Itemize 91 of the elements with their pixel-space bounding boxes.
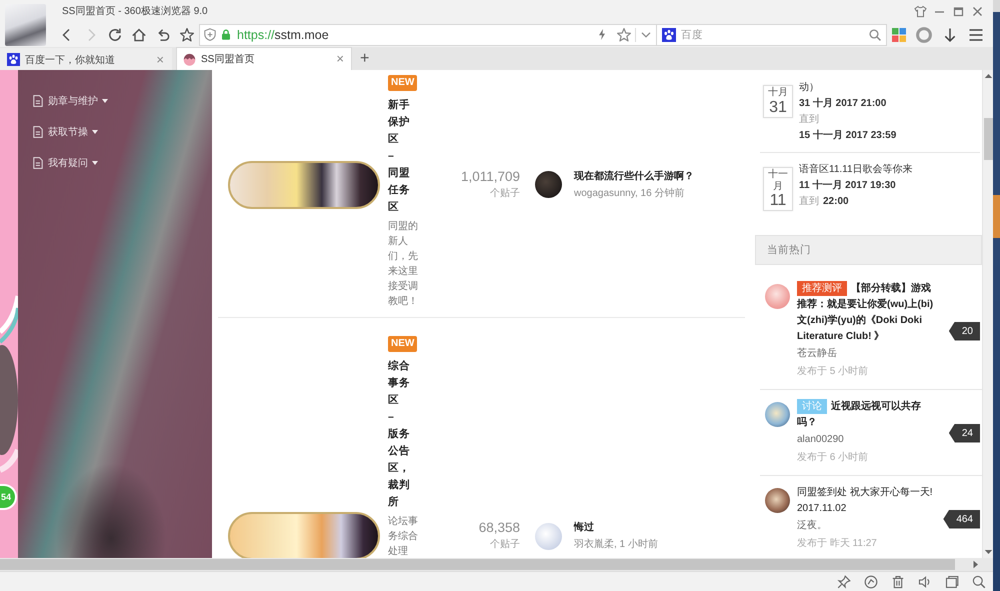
vertical-scrollbar[interactable]: [982, 70, 993, 558]
new-badge: NEW: [388, 336, 418, 352]
event-start: 11 十一月 2017 19:30: [799, 180, 896, 191]
reply-count-badge: 20: [948, 322, 980, 340]
document-icon: [33, 126, 43, 138]
calendar-month: 十一月: [767, 169, 789, 192]
search-icon[interactable]: [869, 28, 881, 40]
last-post-title[interactable]: 悔过: [574, 519, 658, 537]
window-icon[interactable]: [945, 574, 959, 588]
topic-author[interactable]: 苍云静岳: [797, 345, 940, 363]
search-icon[interactable]: [972, 574, 986, 588]
last-post-title[interactable]: 现在都流行些什么手游啊？: [574, 168, 694, 186]
event-title[interactable]: 语音区11.11日歌会等你来: [799, 164, 913, 175]
post-time: 发布于 5 小时前: [797, 364, 870, 379]
avatar-photo[interactable]: [5, 4, 46, 46]
home-icon[interactable]: [131, 26, 147, 42]
close-tab-button[interactable]: ×: [334, 52, 346, 66]
menu-item[interactable]: 我有疑问: [33, 154, 98, 172]
star-icon[interactable]: [616, 26, 632, 42]
maximize-icon[interactable]: [952, 4, 965, 18]
calendar-day: 31: [764, 98, 792, 116]
caret-icon: [92, 161, 98, 165]
shirt-icon[interactable]: [914, 4, 927, 18]
paw-icon[interactable]: [662, 28, 676, 42]
scrollbar-thumb[interactable]: [0, 559, 955, 570]
until-label: 直到: [799, 114, 819, 125]
new-tab-button[interactable]: +: [358, 50, 372, 68]
url-text: https://sstm.moe: [237, 28, 329, 42]
reload-icon[interactable]: [107, 26, 123, 42]
until-label: 直到: [799, 196, 819, 207]
lightning-icon[interactable]: [598, 29, 606, 40]
star-icon[interactable]: [179, 26, 195, 42]
calendar-month: 十月: [767, 87, 789, 98]
topic-tag[interactable]: 推荐测评: [797, 281, 847, 296]
post-count-label: 个贴子: [489, 186, 520, 200]
pin-icon[interactable]: [837, 574, 851, 588]
document-icon: [33, 157, 43, 169]
event-title[interactable]: 动）: [799, 82, 819, 93]
right-arrow-icon[interactable]: [971, 560, 980, 569]
post-count-label: 个贴子: [489, 538, 520, 552]
event-end: 22:00: [823, 195, 849, 209]
topic-title[interactable]: 推荐测评 【部分转载】游戏推荐：就是要让你爱(wu)上(bi)文(zhi)学(yu)的《Doki Doki Literature Club! 》: [797, 281, 940, 345]
scrollbar-thumb[interactable]: [984, 118, 992, 160]
event-end: 15 十一月 2017 23:59: [799, 128, 896, 143]
close-icon[interactable]: [971, 4, 984, 18]
topic-title[interactable]: 讨论 近视跟远视可以共存吗？: [797, 399, 940, 431]
topic-author[interactable]: alan00290: [797, 431, 940, 449]
user-avatar[interactable]: [535, 171, 562, 198]
lock-icon: [221, 29, 231, 40]
paw-icon: [7, 53, 20, 66]
reply-count-badge: 464: [943, 510, 980, 528]
chevron-down-icon[interactable]: [641, 32, 651, 38]
forum-description: 论坛事务综合处理: [388, 514, 418, 558]
post-time: 发布于 昨天 11:27: [797, 537, 878, 551]
menu-icon[interactable]: [968, 26, 984, 42]
menu-item[interactable]: 勋章与维护: [33, 92, 108, 110]
section-header: 当前热门: [755, 235, 982, 265]
event-start: 31 十月 2017 21:00: [799, 98, 886, 109]
apps-grid-icon[interactable]: [892, 28, 906, 42]
topic-title[interactable]: 同盟签到处 祝大家开心每一天! 2017.11.02: [797, 485, 940, 517]
search-field[interactable]: 百度: [657, 24, 887, 46]
reply-count-badge: 24: [948, 424, 980, 442]
last-post-meta: 羽衣胤柔, 1 小时前: [574, 538, 658, 552]
user-avatar[interactable]: [765, 488, 790, 513]
forum-banner[interactable]: [228, 512, 380, 558]
speaker-icon[interactable]: [918, 574, 932, 588]
document-icon: [33, 95, 43, 107]
favicon-icon: [183, 52, 196, 66]
forum-title[interactable]: 新手保护区 – 同盟任务区: [388, 97, 418, 216]
caret-icon: [92, 130, 98, 134]
forum-title[interactable]: 综合事务区 – 版务公告区，裁判所: [388, 358, 418, 511]
calendar-day: 11: [764, 192, 792, 209]
browser-tab[interactable]: 百度一下，你就知道 ×: [0, 48, 172, 70]
post-count: 68,358: [478, 519, 520, 537]
ring-icon[interactable]: [916, 26, 932, 42]
address-bar[interactable]: https://sstm.moe: [199, 24, 657, 46]
topic-author[interactable]: 泛夜。: [797, 517, 940, 535]
post-time: 发布于 6 小时前: [797, 450, 870, 465]
menu-item[interactable]: 获取节操: [33, 123, 98, 141]
last-post-meta: wogagasunny, 16 分钟前: [574, 186, 686, 200]
download-icon[interactable]: [942, 26, 958, 42]
browser-tab[interactable]: SS同盟首页 ×: [176, 47, 352, 70]
forum-description: 同盟的新人们，先来这里接受调教吧！: [388, 220, 418, 309]
new-badge: NEW: [388, 75, 418, 91]
post-count: 1,011,709: [460, 168, 520, 186]
shield-icon[interactable]: [204, 28, 216, 41]
forum-banner[interactable]: [228, 160, 380, 208]
trash-icon[interactable]: [891, 574, 905, 588]
window-title: SS同盟首页 - 360极速浏览器 9.0: [62, 4, 209, 18]
caret-icon: [102, 99, 108, 103]
horizontal-scrollbar[interactable]: [0, 558, 993, 571]
